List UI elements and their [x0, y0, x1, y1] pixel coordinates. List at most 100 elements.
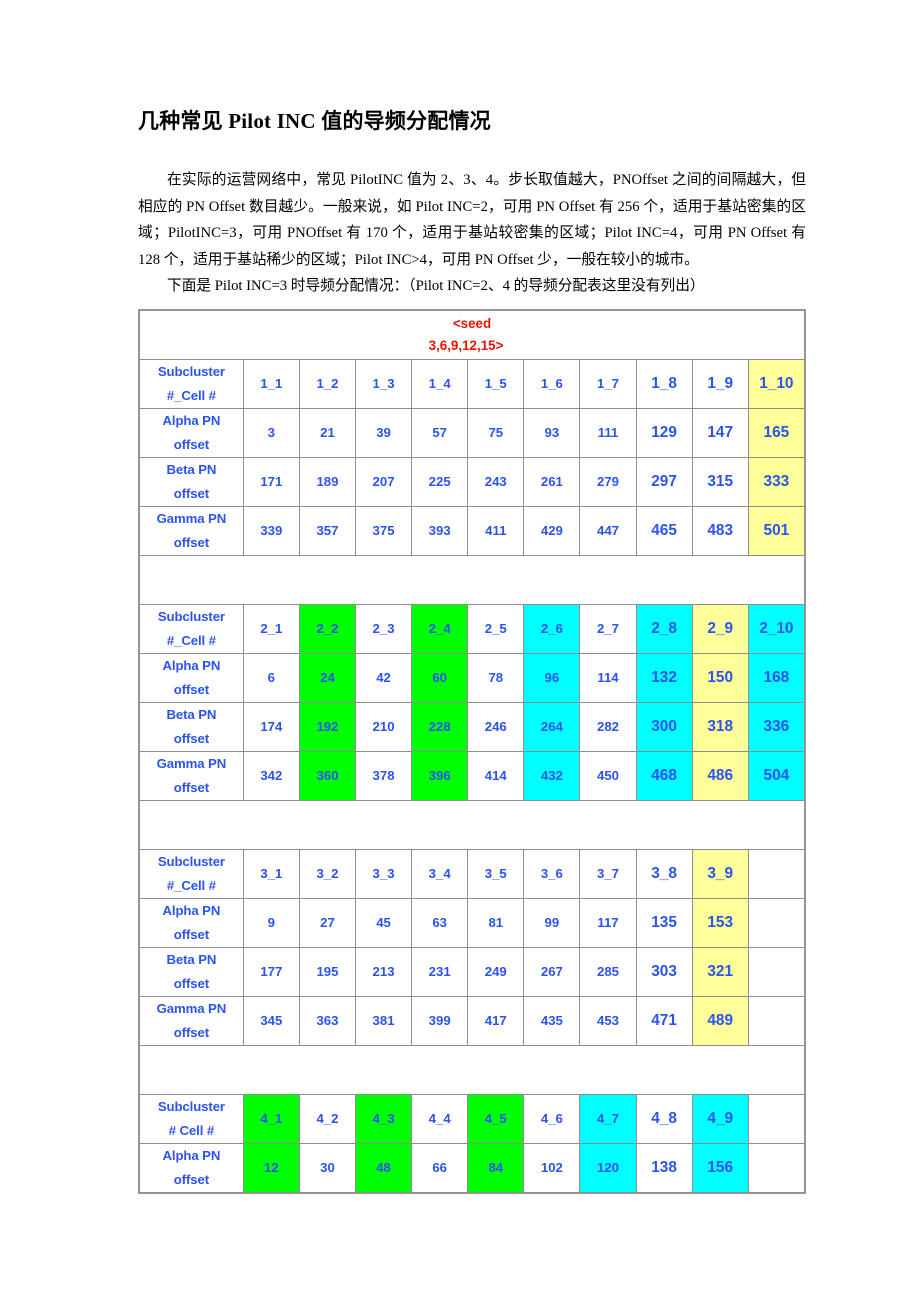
block-4-subcluster-cell-2[interactable]: 4_2: [298, 1093, 357, 1144]
block-3-subcluster-cell-7[interactable]: 3_7: [579, 848, 637, 899]
block-3-alpha-cell-9[interactable]: 153: [691, 897, 749, 948]
block-1-gamma-cell-6[interactable]: 429: [523, 505, 581, 556]
block-2-alpha-cell-6[interactable]: 96: [523, 652, 581, 703]
block-4-subcluster-cell-8[interactable]: 4_8: [635, 1093, 693, 1144]
block-1-subcluster-cell-2[interactable]: 1_2: [298, 358, 357, 409]
block-2-alpha-cell-3[interactable]: 42: [354, 652, 413, 703]
block-1-beta-cell-3[interactable]: 207: [354, 456, 413, 507]
block-2-subcluster-cell-6[interactable]: 2_6: [523, 603, 581, 654]
block-1-alpha-cell-7[interactable]: 111: [579, 407, 637, 458]
block-2-beta-cell-9[interactable]: 318: [691, 701, 749, 752]
block-3-beta-cell-3[interactable]: 213: [354, 946, 413, 997]
block-2-beta-cell-2[interactable]: 192: [298, 701, 357, 752]
block-1-gamma-cell-10[interactable]: 501: [747, 505, 806, 556]
block-1-beta-cell-5[interactable]: 243: [467, 456, 525, 507]
block-1-beta-cell-1[interactable]: 171: [242, 456, 300, 507]
block-2-alpha-cell-2[interactable]: 24: [298, 652, 357, 703]
block-3-subcluster-cell-8[interactable]: 3_8: [635, 848, 693, 899]
block-4-alpha-cell-4[interactable]: 66: [411, 1142, 469, 1193]
block-4-alpha-cell-7[interactable]: 120: [579, 1142, 637, 1193]
block-3-subcluster-cell-4[interactable]: 3_4: [411, 848, 469, 899]
block-1-alpha-cell-1[interactable]: 3: [242, 407, 300, 458]
block-1-alpha-cell-2[interactable]: 21: [298, 407, 357, 458]
block-2-gamma-cell-1[interactable]: 342: [242, 750, 300, 801]
block-2-subcluster-cell-1[interactable]: 2_1: [242, 603, 300, 654]
block-1-alpha-cell-8[interactable]: 129: [635, 407, 693, 458]
block-1-subcluster-cell-3[interactable]: 1_3: [354, 358, 413, 409]
block-1-beta-cell-10[interactable]: 333: [747, 456, 806, 507]
block-2-subcluster-cell-10[interactable]: 2_10: [747, 603, 806, 654]
block-2-beta-cell-6[interactable]: 264: [523, 701, 581, 752]
block-1-alpha-cell-9[interactable]: 147: [691, 407, 749, 458]
block-1-gamma-cell-1[interactable]: 339: [242, 505, 300, 556]
block-3-beta-cell-8[interactable]: 303: [635, 946, 693, 997]
block-2-alpha-cell-9[interactable]: 150: [691, 652, 749, 703]
block-1-alpha-cell-5[interactable]: 75: [467, 407, 525, 458]
block-2-gamma-cell-8[interactable]: 468: [635, 750, 693, 801]
block-3-subcluster-cell-9[interactable]: 3_9: [691, 848, 749, 899]
block-3-gamma-cell-1[interactable]: 345: [242, 995, 300, 1046]
block-2-gamma-cell-6[interactable]: 432: [523, 750, 581, 801]
block-3-alpha-cell-3[interactable]: 45: [354, 897, 413, 948]
block-3-gamma-cell-9[interactable]: 489: [691, 995, 749, 1046]
block-1-subcluster-cell-8[interactable]: 1_8: [635, 358, 693, 409]
block-3-alpha-cell-4[interactable]: 63: [411, 897, 469, 948]
block-2-beta-cell-1[interactable]: 174: [242, 701, 300, 752]
block-2-gamma-cell-3[interactable]: 378: [354, 750, 413, 801]
block-3-gamma-cell-4[interactable]: 399: [411, 995, 469, 1046]
block-1-beta-cell-8[interactable]: 297: [635, 456, 693, 507]
block-3-subcluster-cell-2[interactable]: 3_2: [298, 848, 357, 899]
block-3-beta-cell-6[interactable]: 267: [523, 946, 581, 997]
block-3-beta-cell-5[interactable]: 249: [467, 946, 525, 997]
block-2-subcluster-cell-2[interactable]: 2_2: [298, 603, 357, 654]
block-1-subcluster-cell-6[interactable]: 1_6: [523, 358, 581, 409]
block-3-alpha-cell-5[interactable]: 81: [467, 897, 525, 948]
block-2-alpha-cell-1[interactable]: 6: [242, 652, 300, 703]
block-1-beta-cell-4[interactable]: 225: [411, 456, 469, 507]
block-3-subcluster-cell-3[interactable]: 3_3: [354, 848, 413, 899]
block-4-alpha-cell-6[interactable]: 102: [523, 1142, 581, 1193]
block-3-gamma-cell-6[interactable]: 435: [523, 995, 581, 1046]
block-2-gamma-cell-4[interactable]: 396: [411, 750, 469, 801]
block-1-subcluster-cell-4[interactable]: 1_4: [411, 358, 469, 409]
block-1-beta-cell-9[interactable]: 315: [691, 456, 749, 507]
block-2-alpha-cell-7[interactable]: 114: [579, 652, 637, 703]
block-2-beta-cell-3[interactable]: 210: [354, 701, 413, 752]
block-1-beta-cell-2[interactable]: 189: [298, 456, 357, 507]
block-2-alpha-cell-10[interactable]: 168: [747, 652, 806, 703]
block-1-gamma-cell-7[interactable]: 447: [579, 505, 637, 556]
block-2-alpha-cell-5[interactable]: 78: [467, 652, 525, 703]
block-3-beta-cell-9[interactable]: 321: [691, 946, 749, 997]
block-4-alpha-cell-3[interactable]: 48: [354, 1142, 413, 1193]
block-3-alpha-cell-6[interactable]: 99: [523, 897, 581, 948]
block-2-beta-cell-4[interactable]: 228: [411, 701, 469, 752]
block-2-gamma-cell-2[interactable]: 360: [298, 750, 357, 801]
block-1-subcluster-cell-9[interactable]: 1_9: [691, 358, 749, 409]
block-2-subcluster-cell-4[interactable]: 2_4: [411, 603, 469, 654]
block-1-beta-cell-7[interactable]: 279: [579, 456, 637, 507]
block-2-subcluster-cell-3[interactable]: 2_3: [354, 603, 413, 654]
block-3-alpha-cell-2[interactable]: 27: [298, 897, 357, 948]
block-2-beta-cell-8[interactable]: 300: [635, 701, 693, 752]
block-3-alpha-cell-1[interactable]: 9: [242, 897, 300, 948]
block-3-gamma-cell-8[interactable]: 471: [635, 995, 693, 1046]
block-3-beta-cell-1[interactable]: 177: [242, 946, 300, 997]
block-2-beta-cell-5[interactable]: 246: [467, 701, 525, 752]
block-4-subcluster-cell-7[interactable]: 4_7: [579, 1093, 637, 1144]
block-2-beta-cell-7[interactable]: 282: [579, 701, 637, 752]
block-3-beta-cell-7[interactable]: 285: [579, 946, 637, 997]
block-4-alpha-cell-9[interactable]: 156: [691, 1142, 749, 1193]
block-2-gamma-cell-5[interactable]: 414: [467, 750, 525, 801]
block-3-gamma-cell-5[interactable]: 417: [467, 995, 525, 1046]
block-1-gamma-cell-3[interactable]: 375: [354, 505, 413, 556]
block-2-subcluster-cell-8[interactable]: 2_8: [635, 603, 693, 654]
block-4-subcluster-cell-1[interactable]: 4_1: [242, 1093, 300, 1144]
block-1-gamma-cell-8[interactable]: 465: [635, 505, 693, 556]
block-4-alpha-cell-5[interactable]: 84: [467, 1142, 525, 1193]
block-2-subcluster-cell-9[interactable]: 2_9: [691, 603, 749, 654]
block-3-subcluster-cell-6[interactable]: 3_6: [523, 848, 581, 899]
block-4-subcluster-cell-4[interactable]: 4_4: [411, 1093, 469, 1144]
block-1-gamma-cell-4[interactable]: 393: [411, 505, 469, 556]
block-1-subcluster-cell-1[interactable]: 1_1: [242, 358, 300, 409]
block-1-gamma-cell-5[interactable]: 411: [467, 505, 525, 556]
